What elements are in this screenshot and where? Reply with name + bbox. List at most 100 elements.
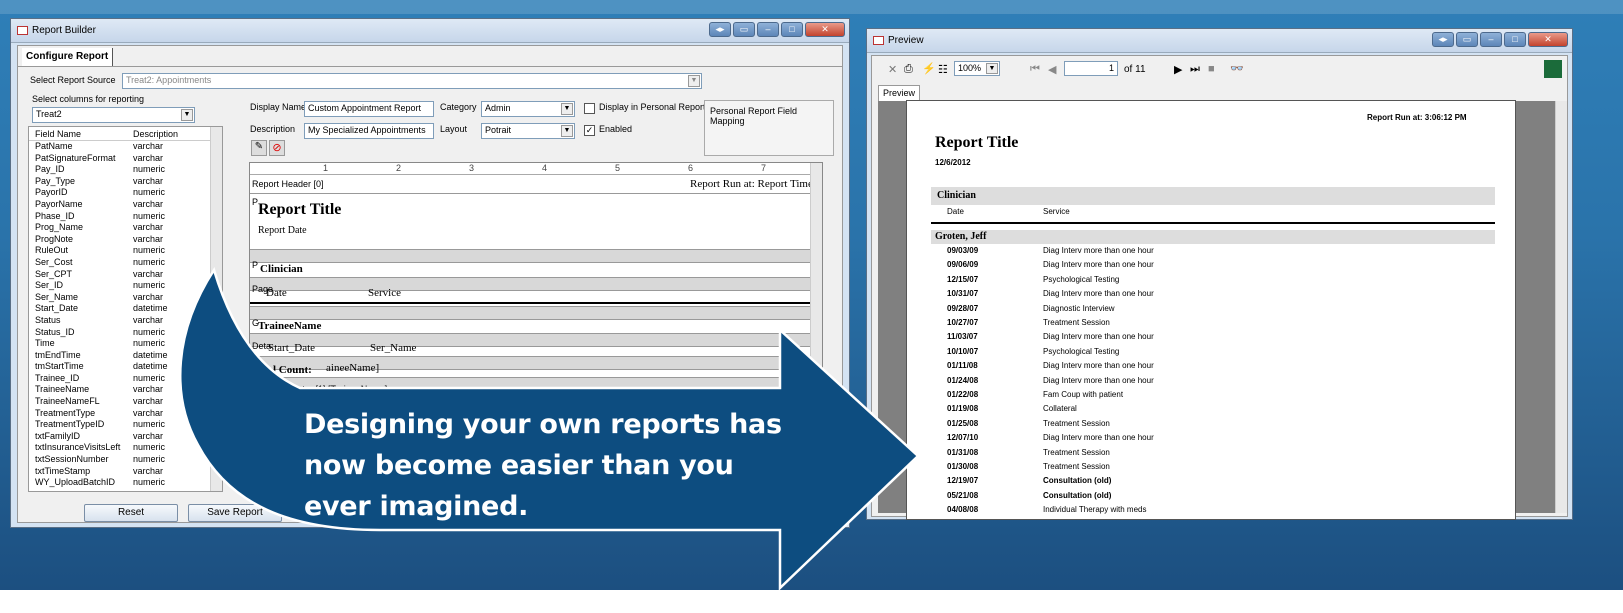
binoculars-icon[interactable]: 👓 [1230, 62, 1244, 75]
last-page-icon[interactable]: ⏭ [1190, 63, 1200, 76]
tab-preview[interactable]: Preview [878, 85, 921, 101]
report-row: 10/31/07 Diag Interv more than one hour [907, 287, 1515, 301]
designer-total-count[interactable]: Total Count: [252, 364, 312, 376]
next-page-icon[interactable]: ▶ [1174, 63, 1182, 76]
report-run-at-field[interactable]: Report Run at: Report Time [690, 178, 813, 190]
field-list-item[interactable]: tmEndTime datetime [29, 350, 222, 362]
close-button[interactable]: ✕ [1528, 32, 1568, 47]
layout-select[interactable]: Potrait ▼ [481, 123, 575, 139]
band-row [250, 277, 822, 291]
chevron-down-icon[interactable]: ▼ [181, 109, 193, 121]
field-list-item[interactable]: PatName varchar [29, 141, 222, 153]
designer-report-title[interactable]: Report Title [258, 201, 341, 219]
field-list-item[interactable]: Ser_Name varchar [29, 292, 222, 304]
banner-line-3: ever imagined. [304, 491, 529, 522]
field-list-item[interactable]: TraineeNameFL varchar [29, 396, 222, 408]
enabled-checkbox[interactable]: ✓ [584, 125, 595, 136]
field-list-item[interactable]: ProgNote varchar [29, 234, 222, 246]
display-personal-checkbox[interactable] [584, 103, 595, 114]
lightning-icon[interactable]: ⚡ [922, 62, 936, 75]
personal-mapping-panel[interactable]: Personal Report Field Mapping [704, 100, 834, 156]
zoom-select[interactable]: 100% ▼ [954, 61, 1000, 76]
field-list-item[interactable]: Prog_Name varchar [29, 222, 222, 234]
row-date: 09/03/09 [947, 246, 979, 255]
reset-button[interactable]: Reset [84, 504, 178, 522]
report-header-band[interactable]: Report Header [0] [252, 179, 324, 189]
field-list-scrollbar[interactable] [210, 127, 222, 491]
designer-trainee-name[interactable]: TraineeName [258, 320, 321, 332]
field-list-item[interactable]: RuleOut numeric [29, 245, 222, 257]
field-list-item[interactable]: Status varchar [29, 315, 222, 327]
report-builder-titlebar[interactable]: Report Builder ◂▸ ▭ – □ ✕ [11, 19, 849, 43]
report-source-select[interactable]: Treat2: Appointments ▼ [122, 73, 702, 89]
field-list-item[interactable]: Status_ID numeric [29, 327, 222, 339]
field-list-item[interactable]: Phase_ID numeric [29, 211, 222, 223]
category-select[interactable]: Admin ▼ [481, 101, 575, 117]
field-list-item[interactable]: TreatmentTypeID numeric [29, 419, 222, 431]
first-page-icon[interactable]: ⏮ [1030, 63, 1040, 76]
page-number-input[interactable]: 1 [1064, 61, 1118, 76]
field-list-item[interactable]: PayorName varchar [29, 199, 222, 211]
designer-trainee-ref[interactable]: aineeName] [326, 362, 379, 374]
display-name-input[interactable]: Custom Appointment Report [304, 101, 434, 117]
delete-icon[interactable]: ⊘ [269, 140, 285, 156]
chevron-down-icon[interactable]: ▼ [986, 63, 998, 74]
maximize-button[interactable]: □ [781, 22, 803, 37]
restore-icon[interactable]: ▭ [1456, 32, 1478, 47]
swap-icon[interactable]: ◂▸ [709, 22, 731, 37]
restore-icon[interactable]: ▭ [733, 22, 755, 37]
print-icon[interactable]: ⎙ [904, 63, 913, 76]
close-button[interactable]: ✕ [805, 22, 845, 37]
chevron-down-icon[interactable]: ▼ [688, 75, 700, 87]
field-list-item[interactable]: Ser_CPT varchar [29, 269, 222, 281]
minimize-button[interactable]: – [757, 22, 779, 37]
group-footer-band[interactable]: Group 1 Footer [1] [TraineeName] [252, 384, 387, 394]
stop-icon[interactable]: ■ [1208, 63, 1215, 75]
minimize-button[interactable]: – [1480, 32, 1502, 47]
swap-icon[interactable]: ◂▸ [1432, 32, 1454, 47]
field-list-item[interactable]: tmStartTime datetime [29, 361, 222, 373]
chevron-down-icon[interactable]: ▼ [561, 103, 573, 115]
field-list-item[interactable]: TraineeName varchar [29, 384, 222, 396]
field-list-item[interactable]: txtSessionNumber numeric [29, 454, 222, 466]
row-date: 12/07/10 [947, 433, 979, 443]
field-list-item[interactable]: Ser_ID numeric [29, 280, 222, 292]
field-list-item[interactable]: txtFamilyID varchar [29, 431, 222, 443]
field-list-item[interactable]: Ser_Cost numeric [29, 257, 222, 269]
field-list-item[interactable]: TreatmentType varchar [29, 408, 222, 420]
col-field-name[interactable]: Field Name [29, 127, 133, 140]
designer-report-date[interactable]: Report Date [258, 225, 307, 236]
globe-icon[interactable] [1544, 60, 1562, 78]
row-date: 09/06/09 [947, 260, 979, 270]
field-list-item[interactable]: WY_UploadBatchID numeric [29, 477, 222, 489]
designer-start-date[interactable]: Start_Date [268, 342, 315, 354]
table-select[interactable]: Treat2 ▼ [32, 107, 195, 123]
maximize-button[interactable]: □ [1504, 32, 1526, 47]
tab-configure-report[interactable]: Configure Report [22, 48, 114, 66]
col-description[interactable]: Description [133, 127, 178, 140]
designer-ser-name[interactable]: Ser_Name [370, 342, 416, 354]
field-list-item[interactable]: txtTimeStamp varchar [29, 466, 222, 478]
close-icon[interactable]: ✕ [888, 63, 897, 76]
field-list-item[interactable]: Pay_Type varchar [29, 176, 222, 188]
field-list-item[interactable]: PayorID numeric [29, 187, 222, 199]
wand-icon[interactable]: ✎ [251, 140, 267, 156]
preview-scrollbar[interactable] [1555, 101, 1567, 513]
field-list-item[interactable]: Time numeric [29, 338, 222, 350]
designer-clinician[interactable]: Clinician [260, 263, 303, 275]
designer-service-col[interactable]: Service [368, 287, 401, 299]
field-list-item[interactable]: Start_Date datetime [29, 303, 222, 315]
field-list-item[interactable]: Pay_ID numeric [29, 164, 222, 176]
preview-titlebar[interactable]: Preview ◂▸ ▭ – □ ✕ [867, 29, 1572, 53]
category-value: Admin [485, 103, 511, 113]
save-report-button[interactable]: Save Report [188, 504, 282, 522]
field-list-item[interactable]: txtInsuranceVisitsLeft numeric [29, 442, 222, 454]
prev-page-icon[interactable]: ◀ [1048, 63, 1056, 76]
chevron-down-icon[interactable]: ▼ [561, 125, 573, 137]
designer-date-col[interactable]: Date [266, 287, 287, 299]
description-input[interactable]: My Specialized Appointments [304, 123, 434, 139]
field-list-item[interactable]: Trainee_ID numeric [29, 373, 222, 385]
tree-icon[interactable]: ☷ [938, 63, 948, 76]
field-list-item[interactable]: PatSignatureFormat varchar [29, 153, 222, 165]
field-type: varchar [133, 175, 164, 186]
